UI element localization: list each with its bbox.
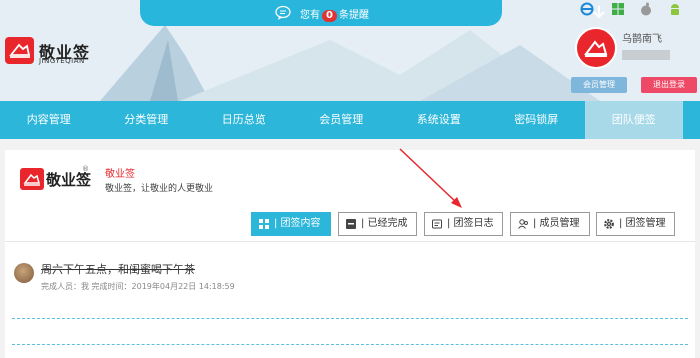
annotation-arrow	[399, 148, 462, 208]
